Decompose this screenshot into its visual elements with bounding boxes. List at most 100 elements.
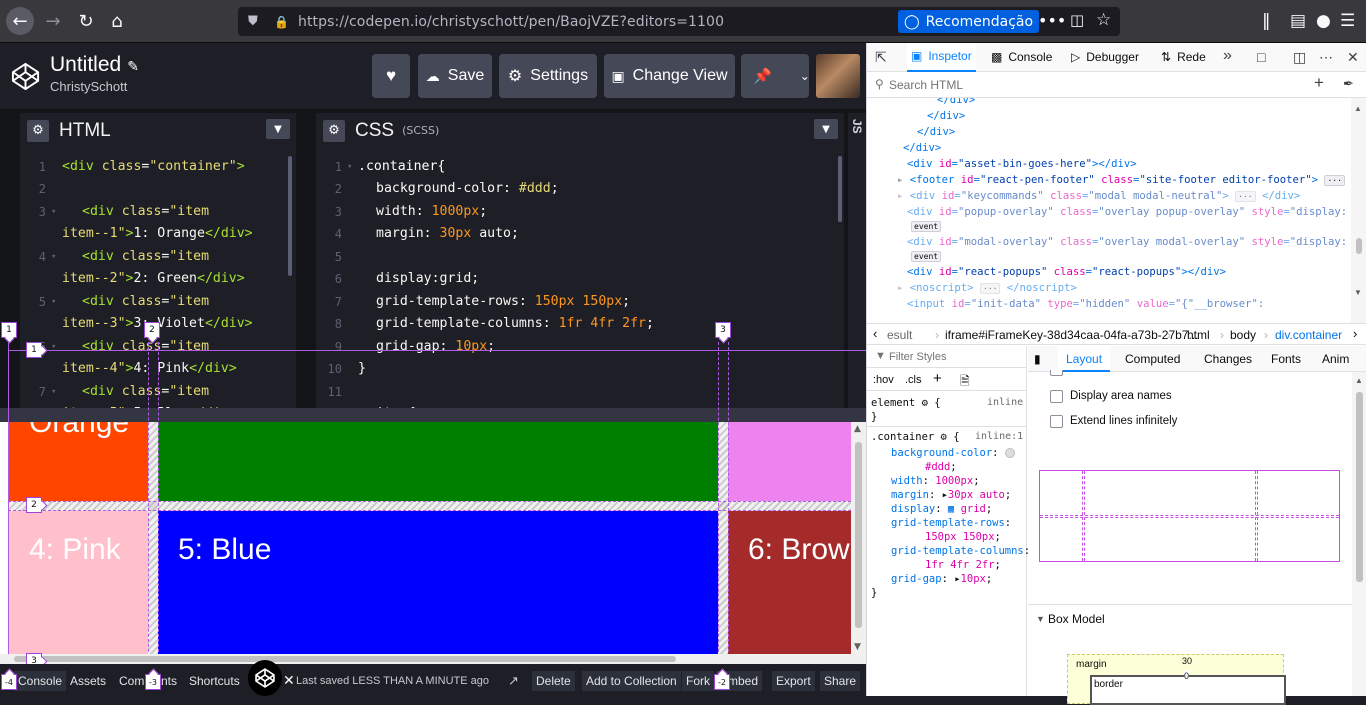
declaration-value[interactable]: 1000px	[935, 475, 973, 487]
rule-source[interactable]: inline	[987, 396, 1023, 410]
css-editor-scrollbar[interactable]	[838, 156, 842, 222]
breadcrumb-item[interactable]: html	[1187, 328, 1210, 342]
element-picker-icon[interactable]: ⇱	[875, 49, 887, 66]
search-html-bar[interactable]: ⚲ Search HTML + ✒	[867, 72, 1366, 98]
rule-selector[interactable]: element	[871, 397, 915, 409]
grid-icon[interactable]: ▦	[948, 503, 954, 515]
toggle-sidebar-icon[interactable]: ▮	[1034, 352, 1041, 366]
scroll-up-icon[interactable]: ▲	[1354, 104, 1362, 113]
box-model-border-value[interactable]: 0	[1184, 671, 1190, 681]
home-icon[interactable]: ⌂	[103, 7, 131, 35]
options-icon[interactable]: ⋯	[1319, 49, 1333, 66]
declaration-value[interactable]: 1fr 4fr 2fr	[925, 559, 995, 571]
change-view-button[interactable]: ▣ Change View	[604, 54, 735, 98]
forward-icon[interactable]: →	[39, 7, 67, 35]
grid-outline-preview[interactable]	[1039, 470, 1340, 562]
chevron-down-icon[interactable]: ▼	[1036, 614, 1045, 624]
menu-icon[interactable]: ☰	[1340, 11, 1355, 31]
delete-button[interactable]: Delete	[532, 671, 575, 691]
tab-layout[interactable]: Layout	[1058, 346, 1111, 372]
extend-lines-checkbox[interactable]	[1050, 415, 1063, 428]
box-model-margin[interactable]: margin 30 border 0	[1067, 654, 1286, 705]
tab-inspector[interactable]: ▣ Inspetor	[907, 43, 976, 72]
scroll-down-icon[interactable]: ▼	[854, 642, 861, 652]
declaration-property[interactable]: grid-template-rows	[891, 517, 1005, 529]
codepen-logo-icon[interactable]	[248, 660, 282, 696]
more-tabs-icon[interactable]: »	[1223, 47, 1232, 65]
css-settings-gear-icon[interactable]: ⚙	[323, 119, 345, 142]
declaration-property[interactable]: grid-template-columns	[891, 545, 1024, 557]
box-model-border[interactable]: border 0	[1090, 671, 1286, 705]
library-icon[interactable]: ‖	[1262, 11, 1271, 31]
sidebar-icon[interactable]: ▤	[1290, 11, 1306, 31]
shield-icon[interactable]: ⛊	[248, 14, 262, 29]
chevron-down-icon[interactable]: ⌄	[800, 69, 810, 83]
tab-console[interactable]: ▩ Console	[987, 43, 1056, 72]
url-bar[interactable]: ⛊ 🔒 https://codepen.io/christyschott/pen…	[238, 7, 1120, 36]
tab-computed[interactable]: Computed	[1125, 346, 1180, 372]
checkbox[interactable]	[1050, 370, 1063, 376]
bookmark-star-icon[interactable]: ☆	[1096, 10, 1111, 30]
html-editor-scrollbar[interactable]	[288, 156, 292, 276]
close-icon[interactable]: ✕	[283, 672, 295, 689]
scroll-up-icon[interactable]: ▲	[854, 424, 861, 434]
add-rule-icon[interactable]: +	[933, 370, 942, 387]
layout-scrollbar[interactable]: ▲	[1352, 372, 1366, 696]
external-link-icon[interactable]: ↗	[508, 673, 519, 689]
pen-title[interactable]: Untitled ✎	[50, 53, 139, 77]
class-toggle[interactable]: .cls	[905, 374, 922, 386]
rule-selector[interactable]: .container	[871, 431, 934, 443]
html-settings-gear-icon[interactable]: ⚙	[27, 119, 49, 142]
breadcrumb-item[interactable]: iframe#iFrameKey-38d34caa-04fa-a73b-27b7…	[945, 328, 1198, 342]
scroll-thumb[interactable]	[1356, 238, 1362, 254]
declaration-property[interactable]: display	[891, 503, 935, 515]
search-html-input[interactable]: Search HTML	[889, 78, 963, 92]
add-node-icon[interactable]: +	[1314, 73, 1324, 93]
breadcrumb-item[interactable]: esult	[887, 328, 912, 342]
url-text[interactable]: https://codepen.io/christyschott/pen/Bao…	[298, 14, 724, 30]
breadcrumb-item[interactable]: div.container	[1275, 328, 1342, 342]
color-swatch[interactable]	[1004, 448, 1015, 458]
scroll-thumb[interactable]	[1356, 392, 1363, 582]
recommendation-badge[interactable]: ◯ Recomendação	[898, 10, 1040, 33]
eyedropper-icon[interactable]: ✒	[1343, 76, 1354, 92]
box-model-heading[interactable]: Box Model	[1048, 612, 1105, 626]
share-button[interactable]: Share	[820, 671, 861, 691]
declaration-property[interactable]: grid-gap	[891, 573, 942, 585]
declaration-property[interactable]: margin	[891, 489, 929, 501]
save-button[interactable]: ☁ Save	[418, 54, 492, 98]
add-to-collection-button[interactable]: Add to Collection	[582, 671, 681, 691]
rule-source[interactable]: inline:1	[975, 430, 1023, 444]
declaration-value[interactable]: grid	[961, 503, 986, 515]
scroll-down-icon[interactable]: ▼	[1354, 288, 1362, 297]
scroll-thumb[interactable]	[14, 656, 676, 662]
print-media-icon[interactable]: 🗎	[960, 372, 970, 393]
back-icon[interactable]: ←	[6, 7, 34, 35]
preview-horizontal-scrollbar[interactable]	[0, 654, 866, 664]
chevron-down-icon[interactable]: ▼	[814, 119, 838, 139]
pocket-icon[interactable]: ◫	[1070, 11, 1084, 29]
hover-states-toggle[interactable]: :hov	[873, 374, 894, 386]
scroll-up-icon[interactable]: ▲	[1355, 376, 1363, 385]
preview-vertical-scrollbar[interactable]: ▲ ▼	[851, 422, 866, 654]
lock-icon[interactable]: 🔒	[274, 15, 289, 29]
css-code-editor[interactable]: 1 ▾ .container{ 2 background-color: #ddd; 3…	[316, 148, 844, 408]
declaration-property[interactable]: background-color	[891, 447, 992, 459]
shortcuts-button[interactable]: Shortcuts	[185, 671, 244, 691]
filter-styles-input[interactable]: Filter Styles	[889, 351, 946, 363]
scroll-thumb[interactable]	[855, 442, 862, 628]
gear-icon[interactable]: ⚙	[922, 397, 928, 409]
chevron-down-icon[interactable]: ▼	[266, 119, 290, 139]
console-button[interactable]: Console	[14, 671, 67, 691]
declaration-value[interactable]: 10px	[961, 573, 986, 585]
declaration-value[interactable]: 150px 150px	[925, 531, 995, 543]
fork-button[interactable]: Fork	[682, 671, 714, 691]
breadcrumb-scroll-right-icon[interactable]: ›	[1353, 326, 1357, 341]
settings-button[interactable]: ⚙ Settings	[499, 54, 597, 98]
love-button[interactable]: ♥	[372, 54, 410, 98]
markup-scrollbar[interactable]: ▲ ▼	[1351, 98, 1366, 344]
declaration-property[interactable]: width	[891, 475, 923, 487]
pencil-icon[interactable]: ✎	[127, 58, 139, 74]
breadcrumb-item[interactable]: body	[1230, 328, 1256, 342]
tab-animations[interactable]: Anim	[1322, 346, 1349, 372]
